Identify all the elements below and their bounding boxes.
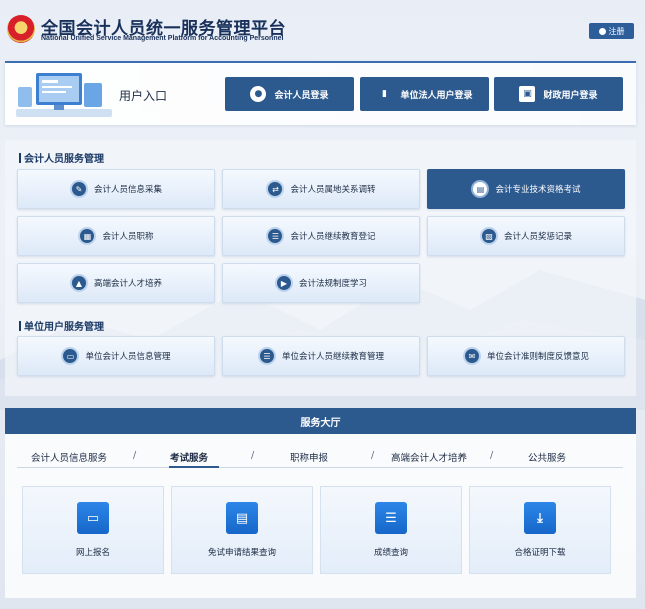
service-qualification-exam[interactable]: ▤ 会计专业技术资格考试 <box>427 169 625 209</box>
service-label: 会计人员信息采集 <box>93 185 162 195</box>
computer-illustration-icon <box>16 73 112 117</box>
section-bar <box>19 152 21 163</box>
tab-title-application[interactable]: 职称申报 <box>290 450 328 464</box>
tab-exam-service[interactable]: 考试服务 <box>170 450 208 464</box>
printer-icon: ▤ <box>471 180 490 198</box>
finance-login-label: 财政用户登录 <box>543 90 598 101</box>
exemption-result-card[interactable]: ▤ 免试申请结果查询 <box>171 486 313 574</box>
accountant-login-button[interactable]: ● 会计人员登录 <box>225 77 354 111</box>
service-hall: 服务大厅 会计人员信息服务 / 考试服务 / 职称申报 / 高端会计人才培养 /… <box>5 408 636 598</box>
online-registration-card[interactable]: ▭ 网上报名 <box>22 486 164 574</box>
header: 全国会计人员统一服务管理平台 National Unified Service … <box>0 0 645 58</box>
printer-icon: ▤ <box>226 502 258 534</box>
unit-legal-login-label: 单位法人用户登录 <box>400 90 473 101</box>
service-regulation-study[interactable]: ▶ 会计法规制度学习 <box>222 263 420 303</box>
finance-login-button[interactable]: ▣ 财政用户登录 <box>494 77 623 111</box>
accountant-login-label: 会计人员登录 <box>274 90 329 101</box>
hall-card-label: 合格证明下载 <box>514 548 566 558</box>
monitor-icon: ▣ <box>519 86 536 102</box>
register-label: 注册 <box>608 26 625 36</box>
certificate-icon: ▦ <box>78 227 97 245</box>
service-territorial-transfer[interactable]: ⇄ 会计人员属地关系调转 <box>222 169 420 209</box>
tab-accountant-info-service[interactable]: 会计人员信息服务 <box>31 450 107 464</box>
tab-separator: / <box>490 450 494 461</box>
service-label: 会计人员继续教育登记 <box>290 232 376 242</box>
service-label: 会计法规制度学习 <box>298 279 367 289</box>
download-icon: ⤓ <box>524 502 556 534</box>
user-transfer-icon: ⇄ <box>266 180 285 198</box>
feedback-icon: ✉ <box>462 347 481 365</box>
section-bar <box>19 320 21 331</box>
user-icon: ● <box>250 86 267 102</box>
service-unit-standards-feedback[interactable]: ✉ 单位会计准则制度反馈意见 <box>427 336 625 376</box>
hall-card-label: 网上报名 <box>75 548 110 558</box>
service-unit-info-management[interactable]: ▭ 单位会计人员信息管理 <box>17 336 215 376</box>
site-subtitle: National Unified Service Management Plat… <box>41 35 284 42</box>
register-button[interactable]: 注册 <box>589 23 634 39</box>
service-hall-title: 服务大厅 <box>5 408 636 434</box>
service-label: 高端会计人才培养 <box>93 279 162 289</box>
score-query-card[interactable]: ☰ 成绩查询 <box>320 486 462 574</box>
service-label: 会计人员奖惩记录 <box>503 232 572 242</box>
service-unit-education-management[interactable]: ☰ 单位会计人员继续教育管理 <box>222 336 420 376</box>
active-tab-indicator <box>169 466 219 468</box>
national-emblem-icon <box>7 15 35 43</box>
tab-talent-training[interactable]: 高端会计人才培养 <box>391 450 467 464</box>
unit-legal-login-button[interactable]: ▮ 单位法人用户登录 <box>360 77 489 111</box>
play-icon: ▶ <box>274 274 293 292</box>
tab-public-service[interactable]: 公共服务 <box>528 450 566 464</box>
service-info-collection[interactable]: ✎ 会计人员信息采集 <box>17 169 215 209</box>
unit-section-title: 单位用户服务管理 <box>19 318 104 333</box>
service-professional-title[interactable]: ▦ 会计人员职称 <box>17 216 215 256</box>
certificate-download-card[interactable]: ⤓ 合格证明下载 <box>469 486 611 574</box>
card-icon: ▭ <box>77 502 109 534</box>
hall-card-label: 免试申请结果查询 <box>207 548 276 558</box>
accountant-section-label: 会计人员服务管理 <box>24 154 104 165</box>
graduation-cap-icon: ▲ <box>69 274 88 292</box>
user-icon <box>598 27 606 35</box>
document-icon: ☰ <box>375 502 407 534</box>
accountant-section-title: 会计人员服务管理 <box>19 150 104 165</box>
hall-card-label: 成绩查询 <box>373 548 408 558</box>
unit-section-label: 单位用户服务管理 <box>24 322 104 333</box>
service-label: 会计人员属地关系调转 <box>290 185 376 195</box>
services-panel: 会计人员服务管理 ✎ 会计人员信息采集 ⇄ 会计人员属地关系调转 ▤ 会计专业技… <box>5 140 636 396</box>
document-edit-icon: ✎ <box>69 180 88 198</box>
login-title: 用户入口 <box>119 89 168 103</box>
record-icon: ▧ <box>479 227 498 245</box>
building-chart-icon: ▮ <box>382 89 387 99</box>
login-panel: 用户入口 ● 会计人员登录 ▮ 单位法人用户登录 ▣ 财政用户登录 <box>5 61 636 125</box>
tab-separator: / <box>133 450 137 461</box>
service-hall-tabs: 会计人员信息服务 / 考试服务 / 职称申报 / 高端会计人才培养 / 公共服务 <box>17 446 623 468</box>
service-label: 单位会计准则制度反馈意见 <box>486 352 589 362</box>
service-label: 单位会计人员继续教育管理 <box>281 352 384 362</box>
card-icon: ▭ <box>61 347 80 365</box>
tab-separator: / <box>251 450 255 461</box>
service-label: 单位会计人员信息管理 <box>85 352 171 362</box>
service-label: 会计专业技术资格考试 <box>495 185 581 195</box>
service-talent-training[interactable]: ▲ 高端会计人才培养 <box>17 263 215 303</box>
form-icon: ☰ <box>257 347 276 365</box>
service-continuing-education[interactable]: ☰ 会计人员继续教育登记 <box>222 216 420 256</box>
service-label: 会计人员职称 <box>102 232 154 242</box>
service-rewards-record[interactable]: ▧ 会计人员奖惩记录 <box>427 216 625 256</box>
tab-separator: / <box>371 450 375 461</box>
form-icon: ☰ <box>266 227 285 245</box>
